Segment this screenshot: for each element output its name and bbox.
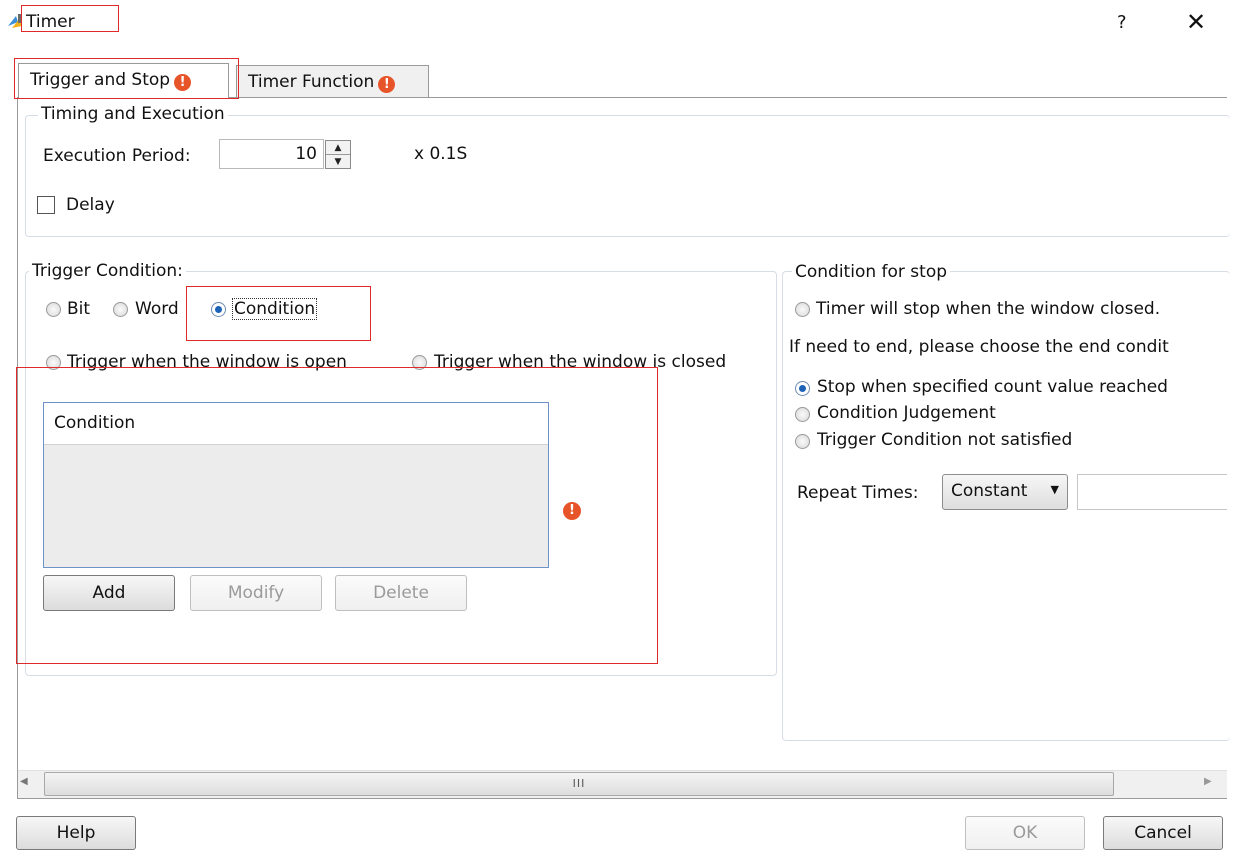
radio-stop-trigger-not-satisfied[interactable]: [795, 434, 810, 449]
radio-stop-condition-judgement[interactable]: [795, 407, 810, 422]
repeat-times-label: Repeat Times:: [797, 483, 919, 503]
cancel-button[interactable]: Cancel: [1103, 816, 1223, 850]
chevron-down-icon: ▼: [1050, 483, 1059, 496]
close-button[interactable]: ✕: [1186, 8, 1206, 36]
condition-highlight-box: [186, 286, 371, 341]
delay-checkbox[interactable]: [37, 196, 55, 214]
stop-trigger-not-satisfied-label: Trigger Condition not satisfied: [817, 430, 1073, 450]
stop-count-reached-label: Stop when specified count value reached: [817, 377, 1168, 397]
spin-up-icon[interactable]: ▲: [326, 141, 350, 155]
help-button[interactable]: Help: [16, 816, 136, 850]
execution-period-unit: x 0.1S: [414, 144, 468, 164]
tab-timer-function[interactable]: Timer Function!: [236, 65, 429, 97]
scroll-left-icon[interactable]: ◀: [20, 776, 28, 787]
timing-execution-group: [25, 115, 1230, 237]
stop-condition-judgement-label: Condition Judgement: [817, 403, 996, 423]
tab-label: Timer Function: [248, 72, 375, 92]
radio-word-label: Word: [135, 299, 179, 319]
ok-button[interactable]: OK: [965, 816, 1085, 850]
repeat-mode-dropdown[interactable]: Constant ▼: [942, 474, 1068, 510]
stop-group-legend: Condition for stop: [792, 262, 951, 282]
stop-hint-text: If need to end, please choose the end co…: [789, 337, 1169, 357]
warning-icon: !: [378, 76, 396, 93]
execution-period-stepper[interactable]: ▲ ▼: [325, 140, 351, 169]
condition-area-highlight-box: [16, 367, 658, 664]
radio-bit-label: Bit: [67, 299, 91, 319]
radio-word[interactable]: [113, 302, 128, 317]
scrollbar-thumb[interactable]: III: [44, 772, 1114, 796]
execution-period-label: Execution Period:: [43, 146, 191, 166]
delay-label: Delay: [66, 195, 115, 215]
radio-bit[interactable]: [46, 302, 61, 317]
execution-period-input[interactable]: 10: [219, 139, 324, 169]
tab-highlight-box: [14, 58, 239, 99]
radio-stop-window-closed[interactable]: [795, 302, 810, 317]
title-highlight-box: [21, 5, 119, 32]
help-title-button[interactable]: ?: [1117, 12, 1127, 33]
radio-stop-count-reached[interactable]: [795, 381, 810, 396]
scroll-right-icon[interactable]: ▶: [1204, 776, 1212, 787]
repeat-mode-value: Constant: [951, 481, 1028, 501]
timing-group-legend: Timing and Execution: [38, 104, 228, 124]
trigger-group-legend: Trigger Condition:: [29, 261, 186, 281]
stop-window-closed-label: Timer will stop when the window closed.: [816, 299, 1161, 319]
repeat-times-input[interactable]: [1077, 474, 1227, 510]
spin-down-icon[interactable]: ▼: [326, 155, 350, 169]
